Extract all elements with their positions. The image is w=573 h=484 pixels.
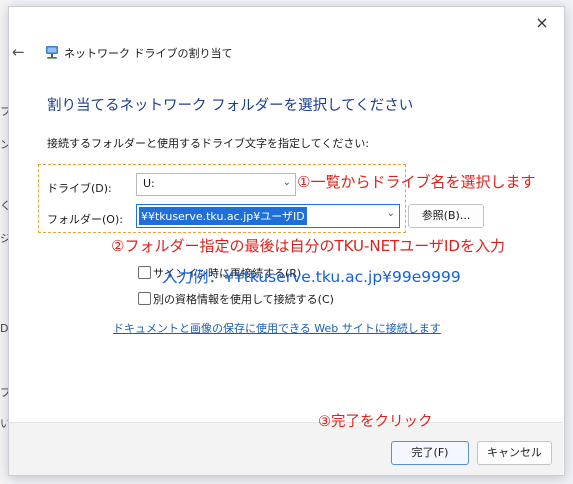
folder-label: フォルダー(O): (47, 213, 123, 226)
other-credentials-checkbox[interactable] (138, 292, 151, 305)
web-site-link[interactable]: ドキュメントと画像の保存に使用できる Web サイトに接続します (113, 320, 441, 336)
other-credentials-label: 別の資格情報を使用して接続する(C) (153, 293, 334, 306)
dialog-title: ネットワーク ドライブの割り当て (64, 47, 233, 60)
folder-value: ¥¥tkuserve.tku.ac.jp¥ユーザID (139, 207, 307, 225)
finish-button[interactable]: 完了(F) (391, 441, 469, 465)
drive-value: U: (143, 177, 155, 190)
annotation-example: 入力例：¥¥tkuserve.tku.ac.jp¥99e9999 (162, 268, 461, 286)
drive-select[interactable]: U: ⌄ (136, 173, 296, 196)
chevron-down-icon: ⌄ (282, 177, 291, 188)
annotation-step2: ②フォルダー指定の最後は自分のTKU-NETユーザIDを入力 (111, 237, 505, 255)
back-arrow-icon[interactable]: ← (12, 44, 28, 60)
chevron-down-icon[interactable]: ⌄ (387, 208, 395, 219)
browse-button[interactable]: 参照(B)... (408, 204, 484, 228)
folder-input[interactable]: ¥¥tkuserve.tku.ac.jp¥ユーザID ⌄ (136, 204, 400, 228)
instruction-text: 接続するフォルダーと使用するドライブ文字を指定してください: (47, 137, 370, 150)
network-drive-icon (46, 46, 58, 59)
close-icon[interactable]: × (532, 13, 552, 33)
annotation-step1: ①一覧からドライブ名を選択します (297, 173, 536, 191)
annotation-step3: ③完了をクリック (318, 414, 433, 430)
reconnect-checkbox[interactable] (138, 266, 151, 279)
drive-label: ドライブ(D): (47, 182, 112, 195)
cancel-button[interactable]: キャンセル (477, 441, 552, 465)
page-heading: 割り当てるネットワーク フォルダーを選択してください (47, 98, 414, 114)
